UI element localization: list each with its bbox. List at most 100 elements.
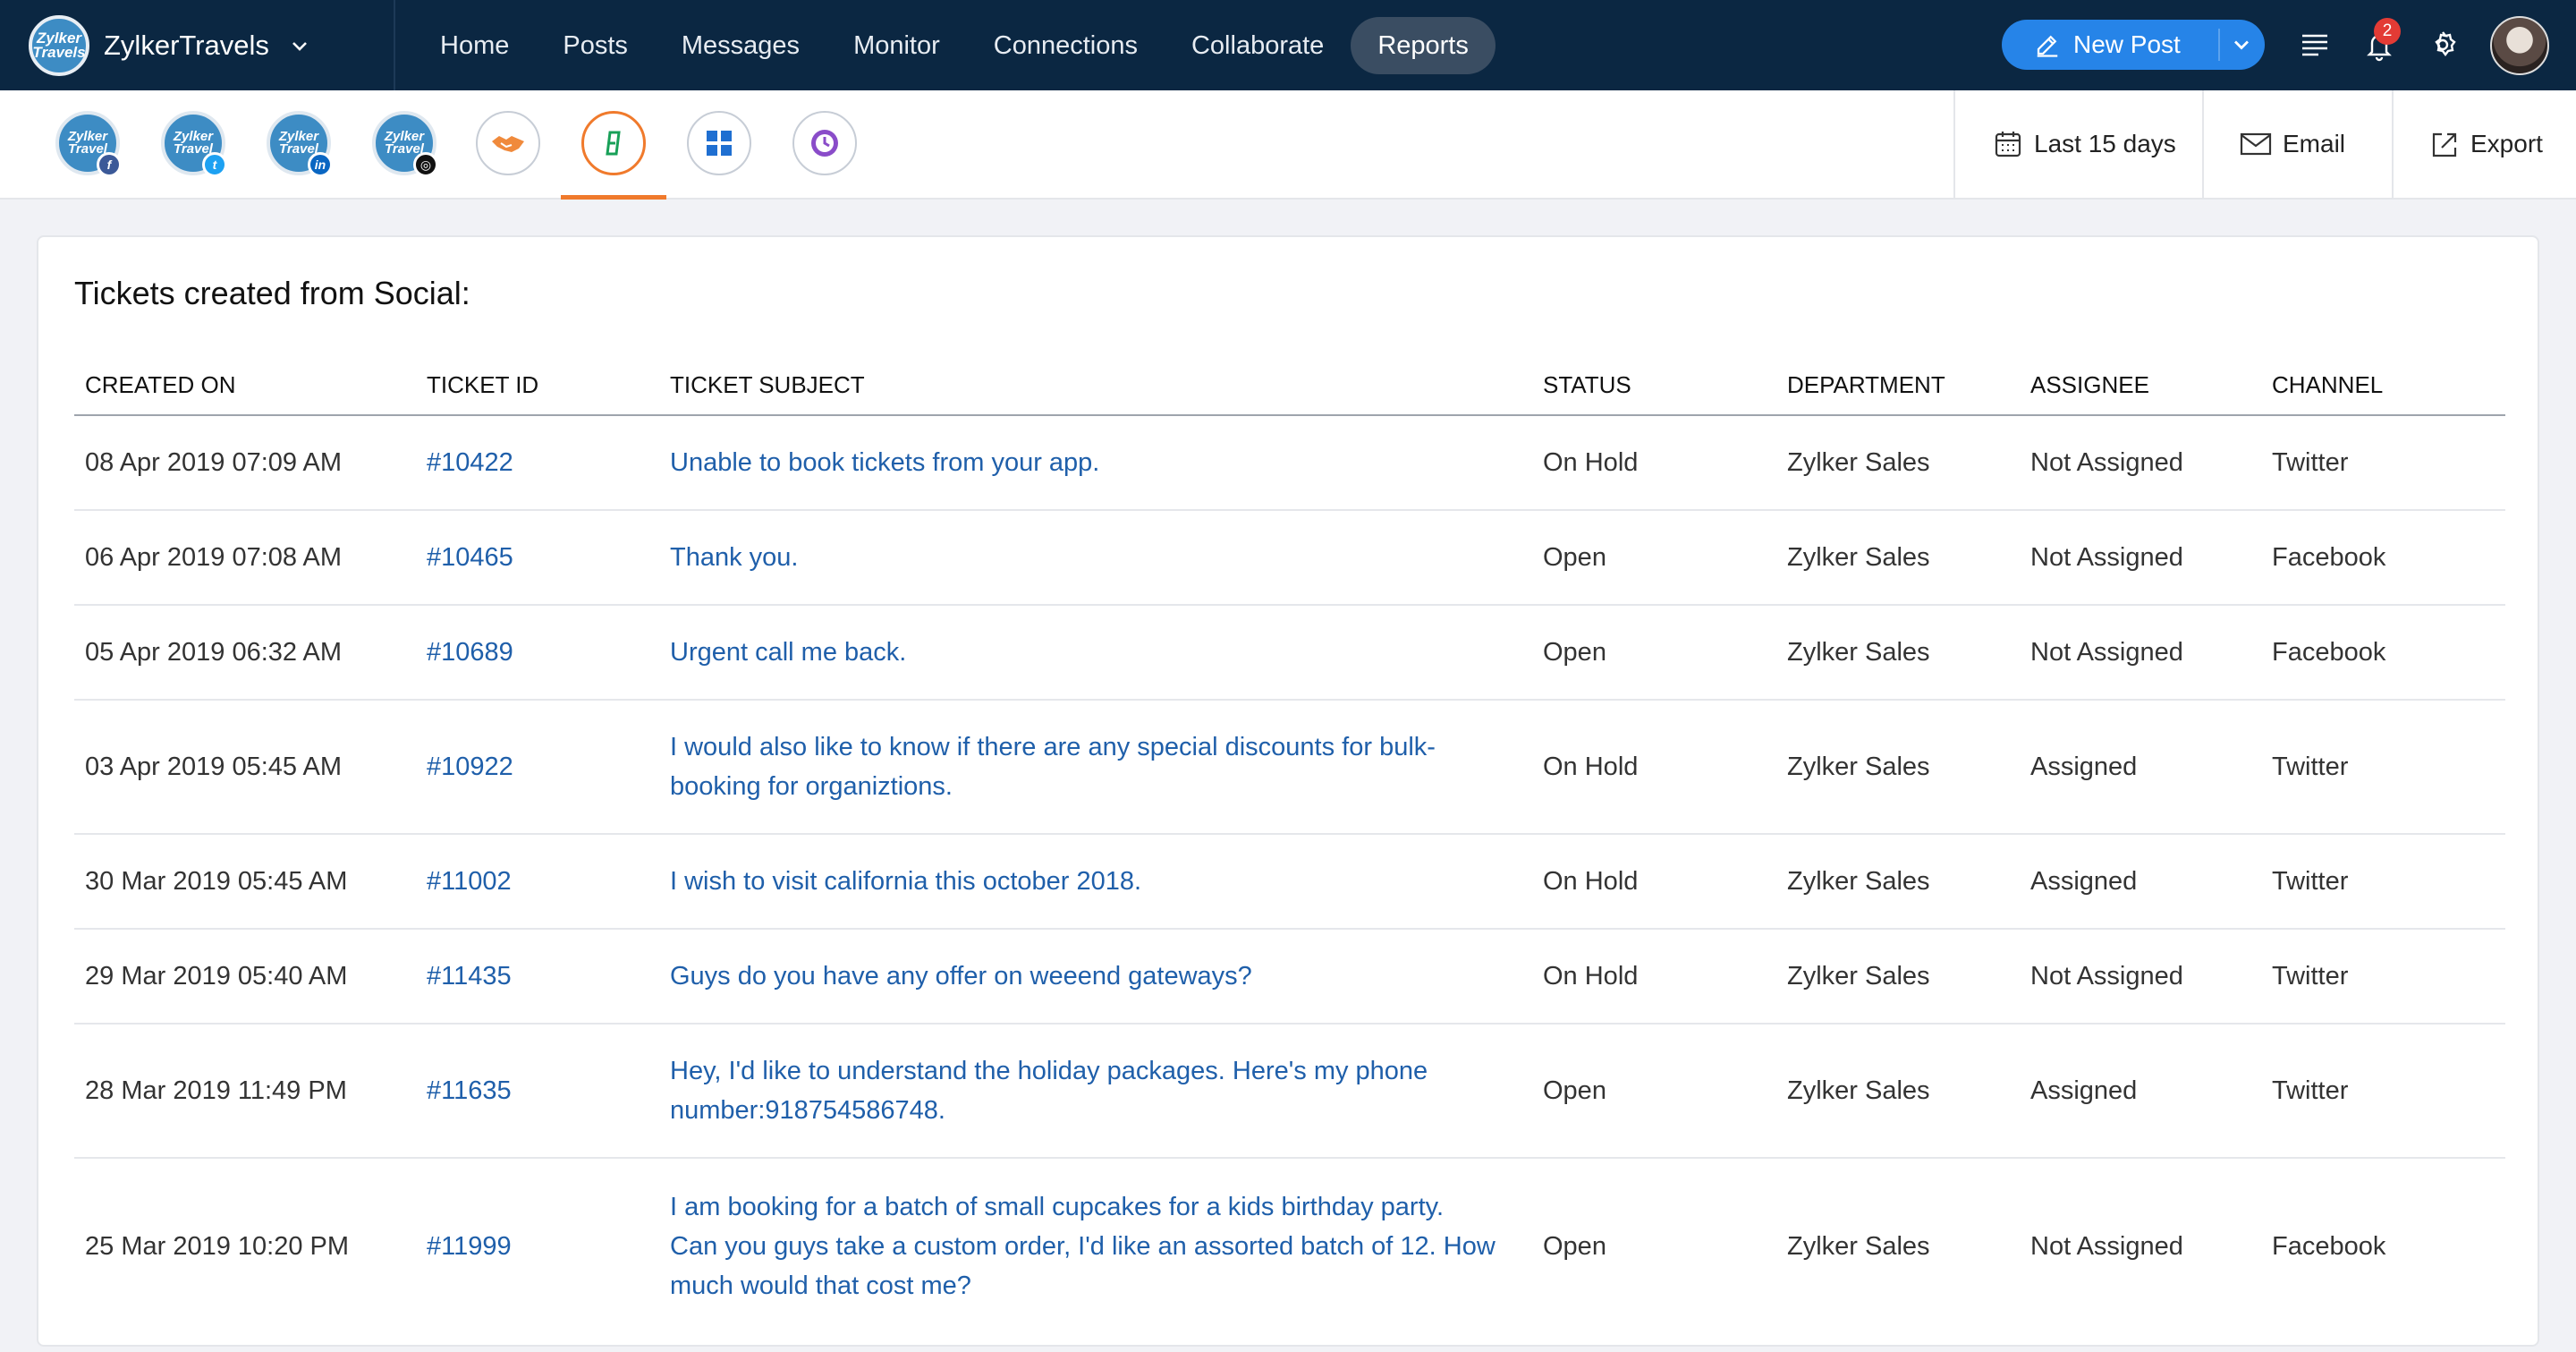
ticket-id-link[interactable]: #11435 xyxy=(416,929,659,1025)
channel-linkedin[interactable]: Zylker Travel in xyxy=(267,111,333,177)
created-on-cell: 06 Apr 2019 07:08 AM xyxy=(74,510,416,606)
dashboard-integration[interactable] xyxy=(687,111,751,175)
ticket-id-link[interactable]: #10465 xyxy=(416,510,659,606)
created-on-cell: 03 Apr 2019 05:45 AM xyxy=(74,700,416,835)
table-row: 29 Mar 2019 05:40 AM #11435 Guys do you … xyxy=(74,929,2505,1025)
created-on-cell: 28 Mar 2019 11:49 PM xyxy=(74,1024,416,1159)
created-on-cell: 25 Mar 2019 10:20 PM xyxy=(85,1231,350,1261)
column-header: CHANNEL xyxy=(2261,356,2505,416)
report-card: Tickets created from Social: CREATED ON … xyxy=(37,235,2539,1347)
assignee-cell: Assigned xyxy=(2020,700,2261,835)
chevron-down-icon[interactable] xyxy=(2229,32,2254,57)
instagram-icon: ◎ xyxy=(413,152,438,177)
nav-connections[interactable]: Connections xyxy=(967,17,1165,74)
department-cell: Zylker Sales xyxy=(1787,1231,1930,1261)
date-range-picker[interactable]: Last 15 days xyxy=(1953,90,2202,198)
crm-integration[interactable] xyxy=(476,111,540,175)
calendar-icon xyxy=(1995,132,2021,157)
clock-chart-icon xyxy=(811,130,838,157)
status-cell: On Hold xyxy=(1532,700,1776,835)
mail-icon xyxy=(2240,132,2272,156)
nav-collaborate[interactable]: Collaborate xyxy=(1165,17,1351,74)
ticket-id-link[interactable]: #11999 xyxy=(416,1158,659,1333)
ticket-subject-link[interactable]: I would also like to know if there are a… xyxy=(659,700,1532,835)
column-header: DEPARTMENT xyxy=(1776,356,2020,416)
brand-switcher[interactable]: Zylker Travels ZylkerTravels xyxy=(0,0,395,90)
assignee-cell: Not Assigned xyxy=(2030,1231,2183,1261)
table-header-row: CREATED ON TICKET ID TICKET SUBJECT STAT… xyxy=(74,356,2505,416)
table-row: 06 Apr 2019 07:08 AM #10465 Thank you. O… xyxy=(74,510,2505,606)
export-label: Export xyxy=(2470,130,2543,157)
export-button[interactable]: Export xyxy=(2392,90,2576,198)
nav-posts[interactable]: Posts xyxy=(536,17,655,74)
nav-home[interactable]: Home xyxy=(413,17,536,74)
email-label: Email xyxy=(2283,130,2346,157)
ticket-id-link[interactable]: #10422 xyxy=(416,415,659,511)
channel-cell: Twitter xyxy=(2261,1024,2505,1159)
channel-cell: Facebook xyxy=(2261,605,2505,701)
ticket-subject-link[interactable]: Unable to book tickets from your app. xyxy=(659,415,1532,511)
assignee-cell: Not Assigned xyxy=(2020,415,2261,511)
channel-twitter[interactable]: Zylker Travel t xyxy=(161,111,227,177)
ticket-id-link[interactable]: #10689 xyxy=(416,605,659,701)
desk-integration[interactable] xyxy=(581,111,646,175)
department-cell: Zylker Sales xyxy=(1776,929,2020,1025)
column-header: TICKET SUBJECT xyxy=(659,356,1532,416)
linkedin-icon: in xyxy=(308,152,333,177)
department-cell: Zylker Sales xyxy=(1776,1024,2020,1159)
nav-messages[interactable]: Messages xyxy=(655,17,826,74)
email-button[interactable]: Email xyxy=(2202,90,2392,198)
column-header: ASSIGNEE xyxy=(2020,356,2261,416)
grid-icon xyxy=(707,131,732,156)
ticket-id-link[interactable]: #11635 xyxy=(416,1024,659,1159)
department-cell: Zylker Sales xyxy=(1776,834,2020,930)
ticket-subject-link[interactable]: I wish to visit california this october … xyxy=(659,834,1532,930)
analytics-integration[interactable] xyxy=(792,111,857,175)
assignee-cell: Not Assigned xyxy=(2020,605,2261,701)
top-navigation: Zylker Travels ZylkerTravels Home Posts … xyxy=(0,0,2576,90)
ticket-subject-link[interactable]: Hey, I'd like to understand the holiday … xyxy=(659,1024,1532,1159)
ticket-id-link[interactable]: #11002 xyxy=(416,834,659,930)
department-cell: Zylker Sales xyxy=(1776,700,2020,835)
status-cell: On Hold xyxy=(1532,415,1776,511)
nav-monitor[interactable]: Monitor xyxy=(826,17,967,74)
brand-logo: Zylker Travels xyxy=(29,14,89,76)
export-icon xyxy=(2432,132,2457,157)
nav-reports[interactable]: Reports xyxy=(1351,16,1496,74)
department-cell: Zylker Sales xyxy=(1776,415,2020,511)
channel-facebook[interactable]: Zylker Travel f xyxy=(55,111,122,177)
column-header: STATUS xyxy=(1532,356,1776,416)
table-row: 05 Apr 2019 06:32 AM #10689 Urgent call … xyxy=(74,605,2505,701)
status-cell: Open xyxy=(1543,1231,1606,1261)
created-on-cell: 30 Mar 2019 05:45 AM xyxy=(74,834,416,930)
desk-icon xyxy=(606,131,621,156)
notification-badge: 2 xyxy=(2374,18,2401,45)
ticket-id-link[interactable]: #10922 xyxy=(416,700,659,835)
ticket-subject-link[interactable]: Thank you. xyxy=(659,510,1532,606)
new-post-button[interactable]: New Post xyxy=(2002,20,2265,70)
status-cell: Open xyxy=(1532,510,1776,606)
ticket-subject-link[interactable]: Urgent call me back. xyxy=(659,605,1532,701)
channel-cell: Facebook xyxy=(2261,510,2505,606)
table-row: 30 Mar 2019 05:45 AM #11002 I wish to vi… xyxy=(74,834,2505,930)
gear-icon[interactable] xyxy=(2425,27,2461,63)
status-cell: Open xyxy=(1532,1024,1776,1159)
channel-cell: Facebook xyxy=(2272,1231,2386,1261)
status-cell: On Hold xyxy=(1532,929,1776,1025)
menu-list-icon[interactable] xyxy=(2297,27,2333,63)
status-cell: On Hold xyxy=(1532,834,1776,930)
user-avatar[interactable] xyxy=(2490,16,2549,75)
tickets-table: CREATED ON TICKET ID TICKET SUBJECT STAT… xyxy=(74,356,2505,1333)
date-range-label: Last 15 days xyxy=(2034,130,2176,157)
status-cell: Open xyxy=(1532,605,1776,701)
twitter-icon: t xyxy=(202,152,227,177)
column-header: TICKET ID xyxy=(416,356,659,416)
new-post-divider xyxy=(2218,29,2220,61)
channel-instagram[interactable]: Zylker Travel ◎ xyxy=(372,111,438,177)
ticket-subject-link[interactable]: Guys do you have any offer on weeend gat… xyxy=(659,929,1532,1025)
ticket-subject-link[interactable]: I am booking for a batch of small cupcak… xyxy=(659,1158,1532,1333)
created-on-cell: 29 Mar 2019 05:40 AM xyxy=(74,929,416,1025)
selected-indicator xyxy=(561,195,666,200)
assignee-cell: Not Assigned xyxy=(2020,929,2261,1025)
pencil-icon xyxy=(2037,35,2058,57)
